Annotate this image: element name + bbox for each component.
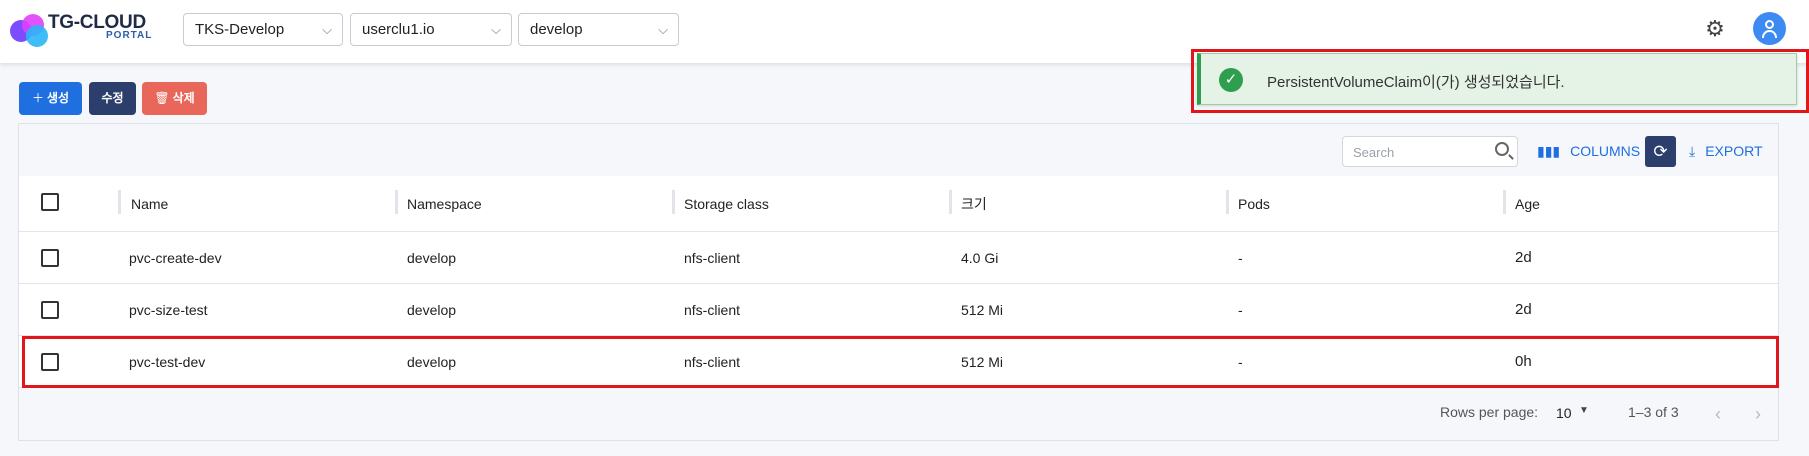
- caret-down-icon[interactable]: ▼: [1579, 405, 1589, 416]
- columns-icon: ▮▮▮: [1537, 143, 1561, 159]
- user-icon: [1765, 20, 1774, 29]
- cell-age: 0h: [1515, 353, 1532, 370]
- refresh-button[interactable]: ⟳: [1645, 136, 1676, 167]
- table-row[interactable]: pvc-create-dev develop nfs-client 4.0 Gi…: [19, 232, 1778, 284]
- column-header-name[interactable]: Name: [131, 176, 168, 231]
- cell-age: 2d: [1515, 301, 1532, 318]
- table-toolbar: ▮▮▮ COLUMNS ⟳ ⤓ EXPORT: [19, 124, 1778, 176]
- pvc-table: Name Namespace Storage class 크기 Pods Age…: [19, 176, 1778, 388]
- gear-icon[interactable]: ⚙: [1700, 14, 1730, 44]
- cell-name: pvc-test-dev: [129, 353, 206, 370]
- row-checkbox[interactable]: [41, 353, 59, 371]
- logo-mark-part: [26, 25, 48, 47]
- delete-button-label: 삭제: [172, 91, 195, 105]
- cell-name: pvc-size-test: [129, 301, 208, 318]
- cell-size: 512 Mi: [961, 353, 1004, 370]
- rows-per-page-select[interactable]: 10: [1556, 405, 1572, 421]
- cell-name: pvc-create-dev: [129, 249, 222, 266]
- pvc-table-card: ▮▮▮ COLUMNS ⟳ ⤓ EXPORT Name Namespace Stor…: [18, 123, 1779, 441]
- plus-icon: ＋: [31, 91, 44, 105]
- cell-namespace: develop: [407, 301, 457, 318]
- export-button[interactable]: ⤓ EXPORT: [1689, 140, 1763, 162]
- column-header-size[interactable]: 크기: [961, 176, 987, 231]
- chevron-down-icon: ⌵: [322, 22, 332, 37]
- logo-subtitle: PORTAL: [106, 30, 153, 41]
- edit-button[interactable]: 수정: [89, 82, 136, 115]
- cell-storage-class: nfs-client: [684, 301, 741, 318]
- refresh-icon: ⟳: [1653, 142, 1668, 161]
- cell-namespace: develop: [407, 353, 457, 370]
- row-checkbox[interactable]: [41, 249, 59, 267]
- chevron-down-icon: ⌵: [658, 22, 668, 37]
- delete-button[interactable]: 🗑 삭제: [142, 82, 207, 115]
- trash-icon: 🗑: [154, 91, 170, 105]
- cell-pods: -: [1238, 249, 1243, 266]
- column-separator[interactable]: [395, 190, 398, 214]
- export-button-label: EXPORT: [1705, 143, 1763, 159]
- column-separator[interactable]: [1226, 190, 1229, 214]
- search-input[interactable]: [1353, 143, 1483, 161]
- cell-storage-class: nfs-client: [684, 249, 741, 266]
- cell-storage-class: nfs-client: [684, 353, 741, 370]
- rows-per-page-label: Rows per page:: [1440, 404, 1539, 420]
- table-row[interactable]: pvc-test-dev develop nfs-client 512 Mi -…: [19, 336, 1778, 388]
- download-icon: ⤓: [1689, 143, 1696, 159]
- table-row[interactable]: pvc-size-test develop nfs-client 512 Mi …: [19, 284, 1778, 336]
- columns-button[interactable]: ▮▮▮ COLUMNS: [1537, 140, 1640, 162]
- user-avatar[interactable]: [1753, 12, 1786, 45]
- row-checkbox[interactable]: [41, 301, 59, 319]
- chevron-left-icon[interactable]: ‹: [1715, 404, 1721, 425]
- column-header-storage-class[interactable]: Storage class: [684, 176, 769, 231]
- columns-button-label: COLUMNS: [1570, 143, 1641, 159]
- cell-size: 512 Mi: [961, 301, 1004, 318]
- column-separator[interactable]: [118, 190, 121, 214]
- cell-pods: -: [1238, 301, 1243, 318]
- column-header-age[interactable]: Age: [1515, 176, 1540, 231]
- namespace-select-value: develop: [530, 21, 583, 38]
- cell-age: 2d: [1515, 249, 1532, 266]
- chevron-right-icon[interactable]: ›: [1755, 404, 1761, 425]
- cell-pods: -: [1238, 353, 1243, 370]
- table-pagination: Rows per page: 10 ▼ 1–3 of 3 ‹ ›: [19, 392, 1778, 440]
- create-button-label: 생성: [46, 91, 70, 105]
- column-header-pods[interactable]: Pods: [1238, 176, 1270, 231]
- cell-namespace: develop: [407, 249, 457, 266]
- column-separator[interactable]: [949, 190, 952, 214]
- edit-button-label: 수정: [101, 91, 124, 105]
- column-separator[interactable]: [1503, 190, 1506, 214]
- user-cluster-select-value: userclu1.io: [362, 21, 435, 38]
- cluster-select[interactable]: TKS-Develop ⌵: [183, 13, 343, 46]
- cell-size: 4.0 Gi: [961, 249, 999, 266]
- select-all-checkbox[interactable]: [41, 193, 59, 211]
- chevron-down-icon: ⌵: [491, 22, 501, 37]
- user-icon-body: [1762, 30, 1777, 38]
- create-button[interactable]: ＋ 생성: [19, 82, 82, 115]
- toast-message: PersistentVolumeClaim이(가) 생성되었습니다.: [1267, 74, 1565, 91]
- cluster-select-value: TKS-Develop: [195, 21, 285, 38]
- column-header-namespace[interactable]: Namespace: [407, 176, 482, 231]
- tg-cloud-logo[interactable]: TG-CLOUD PORTAL: [8, 11, 158, 47]
- column-separator[interactable]: [672, 190, 675, 214]
- namespace-select[interactable]: develop ⌵: [518, 13, 679, 46]
- table-header-row: Name Namespace Storage class 크기 Pods Age: [19, 176, 1778, 232]
- pagination-range: 1–3 of 3: [1628, 404, 1679, 420]
- user-cluster-select[interactable]: userclu1.io ⌵: [350, 13, 512, 46]
- check-circle-icon: ✓: [1219, 68, 1243, 92]
- search-box[interactable]: [1342, 136, 1518, 167]
- success-toast: ✓ PersistentVolumeClaim이(가) 생성되었습니다.: [1197, 53, 1797, 105]
- search-icon[interactable]: [1495, 142, 1509, 156]
